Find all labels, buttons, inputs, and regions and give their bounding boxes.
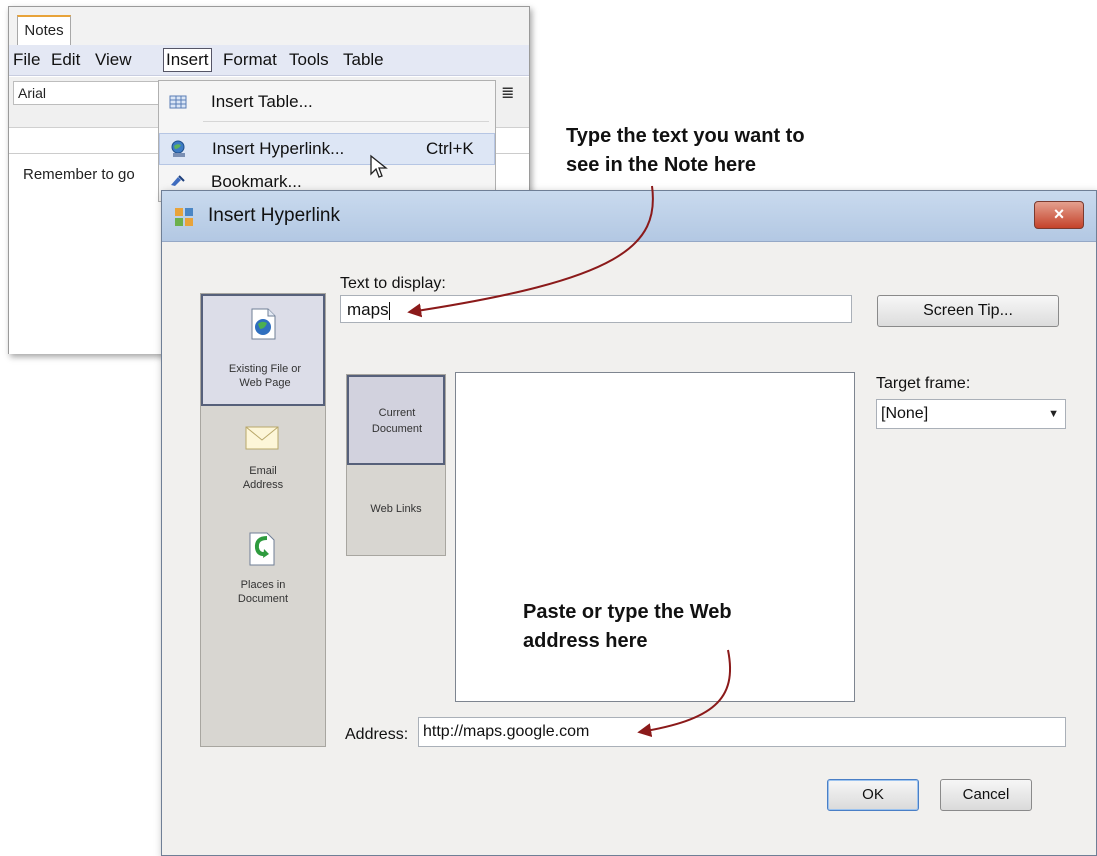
menu-item-shortcut: Ctrl+K [426,139,474,158]
chevron-down-icon: ▼ [1048,408,1059,420]
link-email-address[interactable]: Email Address [201,416,325,516]
link-option-label: Places in [240,579,286,591]
address-input[interactable]: http://maps.google.com [418,717,1066,747]
text-to-display-label: Text to display: [340,275,446,292]
link-option-label: Existing File or [228,363,302,375]
insert-hyperlink-dialog: Insert Hyperlink × Text to display: maps… [161,190,1097,856]
text-caret [388,301,390,320]
tab-label: Document [371,423,423,435]
callout-text-to-display: Type the text you want to see in the Not… [566,122,805,180]
target-frame-label: Target frame: [876,375,971,392]
link-option-label: Web Page [239,377,291,389]
menu-insert[interactable]: Insert [163,48,212,72]
link-places-in-document[interactable]: Places in Document [201,526,325,626]
tab-label: Current [378,407,416,419]
menu-item-insert-hyperlink[interactable]: Insert Hyperlink... Ctrl+K [159,133,495,165]
close-icon: × [1053,204,1065,224]
tab-label: Web Links [370,503,422,515]
callout-address: Paste or type the Web address here [523,598,732,656]
menu-view[interactable]: View [95,49,132,71]
menu-file[interactable]: File [13,49,40,71]
cancel-button[interactable]: Cancel [940,779,1032,811]
link-option-label: Document [237,593,289,605]
note-text: Remember to go [23,166,135,183]
link-existing-file-or-web-page[interactable]: Existing File or Web Page [201,294,325,406]
menu-format[interactable]: Format [223,49,277,71]
hyperlink-globe-icon [171,140,185,157]
link-option-label: Email [249,465,277,477]
screen-tip-button[interactable]: Screen Tip... [877,295,1059,327]
menu-item-label: Insert Hyperlink... [212,139,345,158]
link-option-label: Address [242,479,284,491]
target-frame-value: [None] [881,405,929,422]
callout-line: address here [523,630,648,652]
insert-menu: Insert Table... Insert Hyperlink... Ctrl… [158,80,496,202]
text-to-display-value: maps [347,300,389,319]
tab-notes[interactable]: Notes [17,15,71,47]
ok-button[interactable]: OK [827,779,919,811]
globe-page-icon [251,308,276,340]
menu-item-label: Bookmark... [211,172,302,191]
menu-separator [203,121,489,122]
envelope-icon [245,426,279,450]
tab-current-document[interactable]: Current Document [347,375,445,465]
callout-line: see in the Note here [566,154,757,176]
dialog-title: Insert Hyperlink [208,205,340,226]
text-to-display-input[interactable]: maps [340,295,852,323]
mouse-cursor-icon [370,154,388,178]
menu-edit[interactable]: Edit [51,49,80,71]
app-icon [175,208,193,226]
document-tabs: Current Document Web Links [346,374,446,556]
align-justify-icon[interactable]: ≣ [501,83,514,103]
address-value: http://maps.google.com [423,723,590,740]
tab-web-links[interactable]: Web Links [347,503,445,515]
close-button[interactable]: × [1034,201,1084,229]
menu-item-label: Insert Table... [211,92,313,111]
dialog-title-bar[interactable]: Insert Hyperlink × [162,191,1096,242]
target-frame-select[interactable]: [None] ▼ [876,399,1066,429]
document-place-icon [249,532,275,566]
callout-line: Type the text you want to [566,125,805,147]
address-label: Address: [345,726,409,743]
callout-line: Paste or type the Web [523,601,732,623]
menu-item-insert-table[interactable]: Insert Table... [159,87,495,117]
menu-table[interactable]: Table [343,49,384,71]
link-to-panel: Existing File or Web Page Email Address … [200,293,326,747]
menu-tools[interactable]: Tools [289,49,329,71]
bookmark-icon [171,175,185,186]
menu-bar: File Edit View Insert Format Tools Table [9,45,529,76]
notes-tab-bar: Notes [9,7,529,47]
table-icon [169,95,187,109]
font-select[interactable]: Arial [13,81,159,105]
